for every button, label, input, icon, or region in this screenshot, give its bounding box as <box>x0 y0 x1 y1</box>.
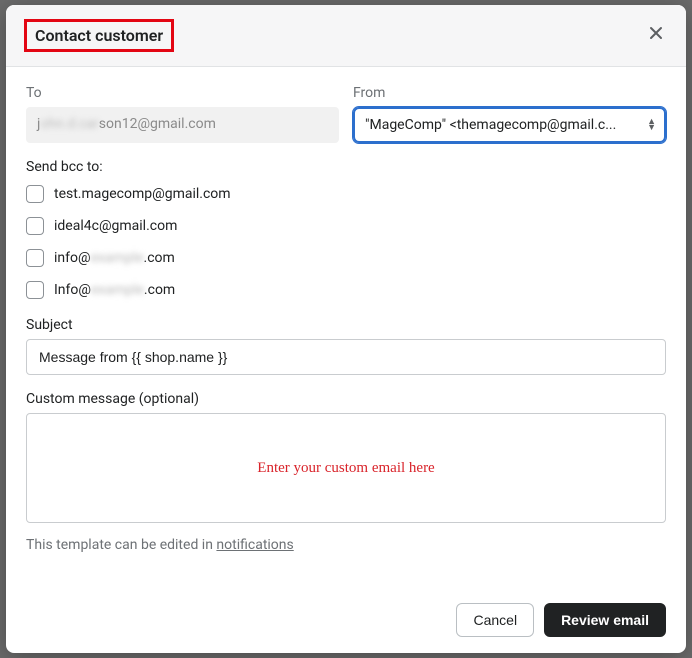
bcc-checkbox[interactable] <box>26 185 44 203</box>
review-email-button[interactable]: Review email <box>544 603 666 637</box>
bcc-email: info@example.com <box>54 250 175 266</box>
title-highlight-box: Contact customer <box>24 19 174 52</box>
bcc-checkbox[interactable] <box>26 281 44 299</box>
select-arrows-icon: ▲▼ <box>647 119 656 131</box>
footnote-text: This template can be edited in <box>26 537 216 553</box>
bcc-suffix: .com <box>144 282 175 298</box>
bcc-prefix: info@ <box>54 250 91 266</box>
from-label: From <box>353 85 666 101</box>
from-select[interactable]: "MageComp" <themagecomp@gmail.c... ▲▼ <box>353 107 666 143</box>
bcc-item: Info@example.com <box>26 281 666 299</box>
bcc-list: test.magecomp@gmail.com ideal4c@gmail.co… <box>26 185 666 299</box>
bcc-item: test.magecomp@gmail.com <box>26 185 666 203</box>
modal-body: To john.d.carson12@gmail.com From "MageC… <box>6 67 686 587</box>
modal-header: Contact customer <box>6 5 686 67</box>
bcc-email: Info@example.com <box>54 282 175 298</box>
annotation-text: Enter your custom email here <box>257 460 434 477</box>
to-blur: ohn.d.car <box>40 116 98 132</box>
modal-footer: Cancel Review email <box>6 587 686 653</box>
footnote: This template can be edited in notificat… <box>26 537 666 553</box>
bcc-email: test.magecomp@gmail.com <box>54 186 231 202</box>
custom-message-textarea[interactable]: Enter your custom email here <box>26 413 666 523</box>
from-value: "MageComp" <themagecomp@gmail.c... <box>365 117 616 133</box>
bcc-suffix: .com <box>144 250 175 266</box>
bcc-email: ideal4c@gmail.com <box>54 218 177 234</box>
bcc-prefix: test.magecomp@gmail.com <box>54 186 231 202</box>
modal-title: Contact customer <box>35 26 163 45</box>
bcc-item: info@example.com <box>26 249 666 267</box>
bcc-prefix: ideal4c@gmail.com <box>54 218 177 234</box>
to-suffix: son12@gmail.com <box>99 116 216 132</box>
notifications-link[interactable]: notifications <box>216 537 293 553</box>
to-label: To <box>26 85 339 101</box>
bcc-checkbox[interactable] <box>26 249 44 267</box>
bcc-checkbox[interactable] <box>26 217 44 235</box>
bcc-blur: example <box>91 250 144 266</box>
contact-customer-modal: Contact customer To john.d.carson12@gmai… <box>6 5 686 653</box>
to-field: john.d.carson12@gmail.com <box>26 107 339 143</box>
bcc-item: ideal4c@gmail.com <box>26 217 666 235</box>
cancel-button[interactable]: Cancel <box>456 603 534 637</box>
close-icon <box>648 25 664 45</box>
bcc-blur: example <box>91 282 144 298</box>
bcc-label: Send bcc to: <box>26 159 666 175</box>
subject-input[interactable] <box>26 339 666 375</box>
subject-label: Subject <box>26 317 666 333</box>
bcc-prefix: Info@ <box>54 282 91 298</box>
close-button[interactable] <box>644 21 668 50</box>
custom-message-label: Custom message (optional) <box>26 391 666 407</box>
